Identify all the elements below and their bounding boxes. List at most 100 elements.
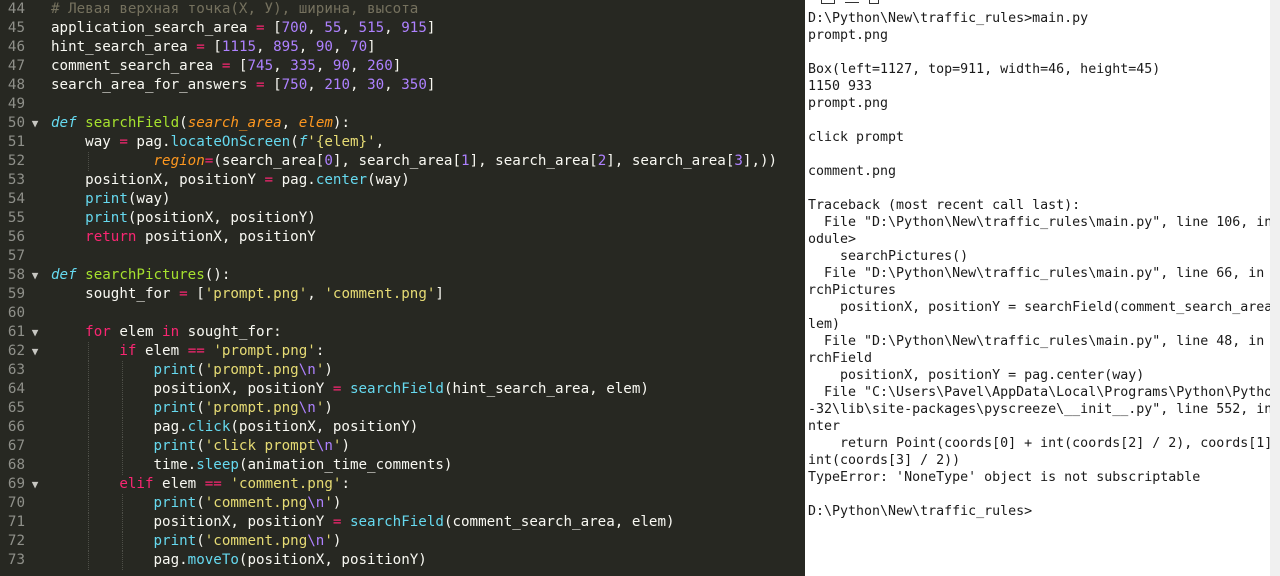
code-line[interactable]: 48 search_area_for_answers = [750, 210, 3… — [0, 76, 808, 95]
code-token: ) — [324, 362, 333, 378]
code-line[interactable]: 69 ▼ elif elem == 'comment.png': — [0, 475, 808, 494]
code-token: , — [349, 77, 368, 93]
code-line[interactable]: 47 comment_search_area = [745, 335, 90, 2… — [0, 57, 808, 76]
code-token: 'prompt.png — [204, 400, 299, 416]
code-line[interactable]: 51 way = pag.locateOnScreen(f'{elem}', — [0, 133, 808, 152]
code-token: ] — [426, 77, 436, 93]
line-number: 69 — [7, 476, 25, 492]
code-token: searchField — [349, 381, 444, 397]
code-token: 'prompt.png' — [213, 343, 316, 359]
code-token: 90 — [315, 39, 333, 55]
code-text: print(positionX, positionY) — [51, 209, 316, 228]
code-token: , — [307, 77, 325, 93]
code-token: def — [51, 267, 77, 283]
line-number: 44 — [7, 1, 25, 17]
code-line[interactable]: 54 print(way) — [0, 190, 808, 209]
terminal-line: File "D:\Python\New\traffic_rules\main.p… — [808, 266, 1280, 281]
line-number: 64 — [7, 381, 25, 397]
code-line[interactable]: 62 ▼ if elem == 'prompt.png': — [0, 342, 808, 361]
code-line[interactable]: 46 hint_search_area = [1115, 895, 90, 70] — [0, 38, 808, 57]
code-editor[interactable]: 44 # Левая верхная точка(X, У), ширина, в… — [0, 0, 808, 576]
code-line[interactable]: 67 print('click prompt\n') — [0, 437, 808, 456]
code-line[interactable]: 70 print('comment.png\n') — [0, 494, 808, 513]
code-line[interactable]: 66 pag.click(positionX, positionY) — [0, 418, 808, 437]
terminal-window[interactable]: D:\Python\New\traffic_rules>main.py promp… — [805, 0, 1280, 576]
code-token: for — [85, 324, 111, 340]
terminal-line: Box(left=1127, top=911, width=46, height… — [808, 62, 1161, 77]
code-token: = — [119, 134, 128, 150]
code-token: positionX, positionY — [136, 229, 316, 245]
terminal-scrollbar[interactable] — [1270, 0, 1280, 576]
fold-arrow-icon[interactable]: ▼ — [29, 342, 41, 361]
code-token: ) — [332, 533, 342, 549]
code-token: print — [153, 400, 197, 416]
code-text: time.sleep(animation_time_comments) — [51, 456, 452, 475]
code-line[interactable]: 64 positionX, positionY = searchField(hi… — [0, 380, 808, 399]
code-text: print('comment.png\n') — [51, 494, 342, 513]
code-line[interactable]: 61 ▼ for elem in sought_for: — [0, 323, 808, 342]
code-token: print — [153, 438, 197, 454]
code-token: 915 — [401, 20, 427, 36]
code-line[interactable]: 56 return positionX, positionY — [0, 228, 808, 247]
code-line[interactable]: 45 application_search_area = [700, 55, 51… — [0, 19, 808, 38]
code-token: 1115 — [221, 39, 257, 55]
line-number: 61 — [7, 324, 25, 340]
code-token: f — [298, 134, 308, 150]
terminal-line: searchPictures() — [808, 249, 969, 264]
fold-arrow-icon[interactable]: ▼ — [29, 266, 41, 285]
code-token: searchField — [85, 115, 180, 131]
line-number: 56 — [7, 229, 25, 245]
code-line[interactable]: 49 — [0, 95, 808, 114]
code-token: ] — [392, 58, 402, 74]
code-line[interactable]: 73 pag.moveTo(positionX, positionY) — [0, 551, 808, 570]
code-line[interactable]: 68 time.sleep(animation_time_comments) — [0, 456, 808, 475]
code-line[interactable]: 59 sought_for = ['prompt.png', 'comment.… — [0, 285, 808, 304]
code-line[interactable]: 53 positionX, positionY = pag.center(way… — [0, 171, 808, 190]
code-token: 260 — [367, 58, 393, 74]
line-number: 63 — [7, 362, 25, 378]
fold-arrow-icon[interactable]: ▼ — [29, 323, 41, 342]
code-line[interactable]: 50 ▼ def searchField(search_area, elem): — [0, 114, 808, 133]
fold-arrow-icon[interactable]: ▼ — [29, 114, 41, 133]
line-number: 59 — [7, 286, 25, 302]
code-text: region=(search_area[0], search_area[1], … — [51, 152, 778, 171]
line-number: 66 — [7, 419, 25, 435]
code-token: 'prompt.png — [204, 362, 299, 378]
code-line[interactable]: 58 ▼ def searchPictures(): — [0, 266, 808, 285]
code-token: '{elem}' — [307, 134, 376, 150]
terminal-titlebar — [805, 0, 1280, 6]
terminal-line: return Point(coords[0] + int(coords[2] /… — [808, 436, 1280, 451]
code-line[interactable]: 57 — [0, 247, 808, 266]
code-line[interactable]: 44 # Левая верхная точка(X, У), ширина, в… — [0, 0, 808, 19]
line-number: 50 — [7, 115, 25, 131]
code-token: 0 — [324, 153, 333, 169]
code-token: search_area_for_answers — [51, 77, 256, 93]
maximize-icon[interactable] — [869, 0, 879, 4]
code-line[interactable]: 60 — [0, 304, 808, 323]
code-token: 335 — [290, 58, 316, 74]
terminal-line: rchPictures — [808, 283, 897, 298]
terminal-line: Traceback (most recent call last): — [808, 198, 1081, 213]
fold-arrow-icon[interactable]: ▼ — [29, 475, 41, 494]
code-token: \n — [315, 438, 333, 454]
code-line[interactable]: 65 print('prompt.png\n') — [0, 399, 808, 418]
line-number: 67 — [7, 438, 25, 454]
code-line[interactable]: 52 region=(search_area[0], search_area[1… — [0, 152, 808, 171]
code-line[interactable]: 72 print('comment.png\n') — [0, 532, 808, 551]
code-token: print — [153, 533, 197, 549]
line-number: 46 — [7, 39, 25, 55]
code-line[interactable]: 63 print('prompt.png\n') — [0, 361, 808, 380]
code-line[interactable]: 55 print(positionX, positionY) — [0, 209, 808, 228]
code-token: sought_for — [51, 286, 180, 302]
line-number: 45 — [7, 20, 25, 36]
code-line[interactable]: 71 positionX, positionY = searchField(co… — [0, 513, 808, 532]
code-token: ( — [196, 495, 205, 511]
minimize-icon[interactable] — [845, 2, 859, 3]
